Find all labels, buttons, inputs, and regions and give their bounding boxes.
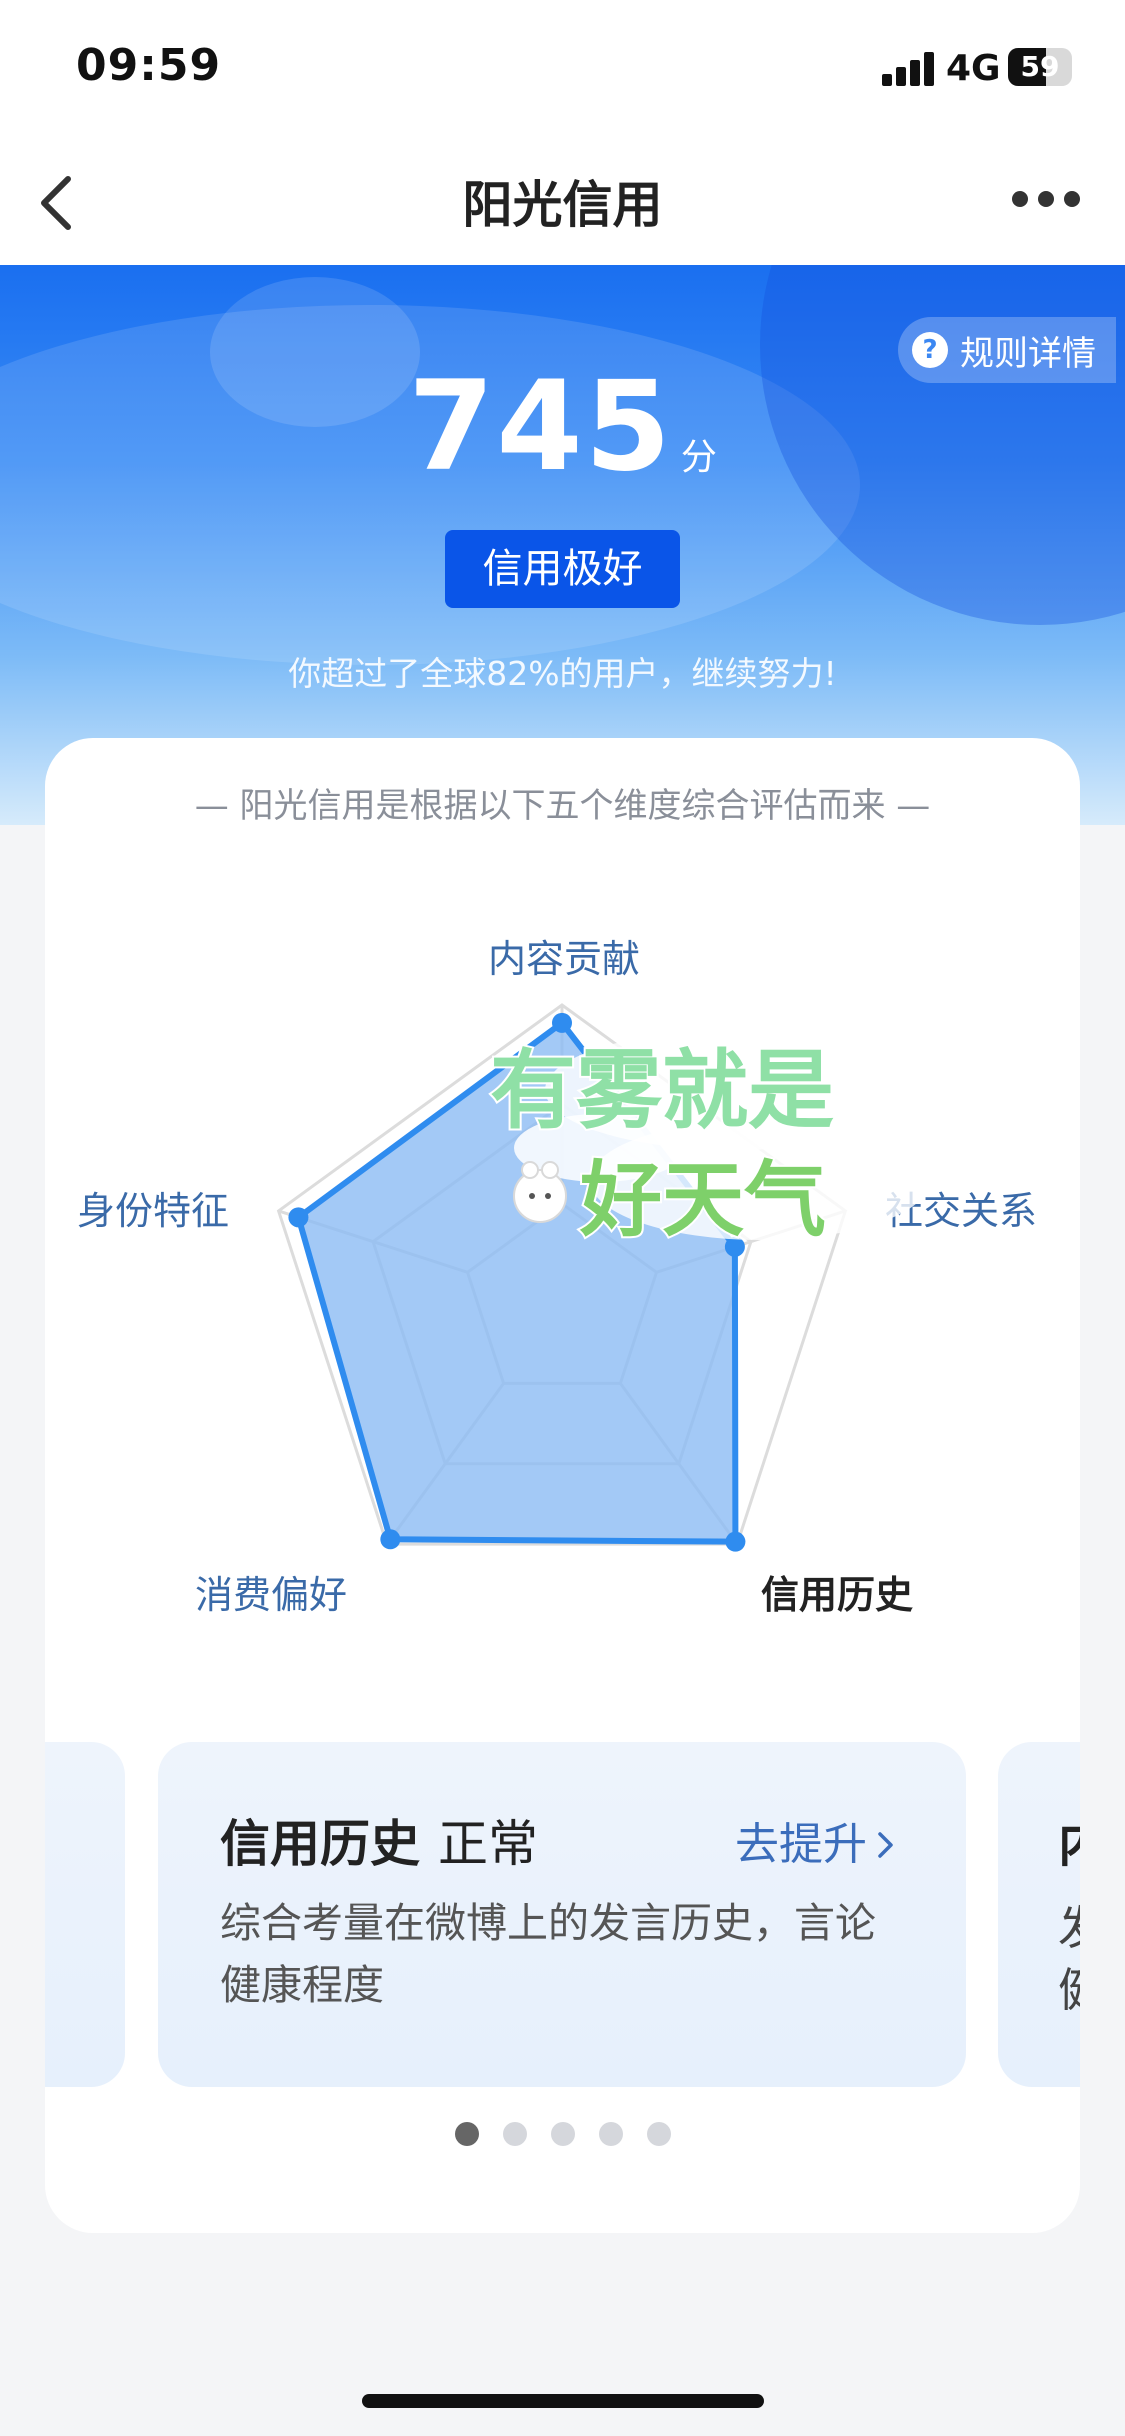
pagination-dot[interactable] — [454, 2122, 479, 2146]
network-type: 4G — [946, 48, 1001, 89]
next-card-title: 内 — [1058, 1804, 1080, 1876]
axis-label-identity[interactable]: 身份特征 — [77, 1180, 229, 1235]
chevron-right-icon — [878, 1832, 893, 1858]
page-title: 阳光信用 — [462, 176, 663, 234]
axis-label-consumption[interactable]: 消费偏好 — [195, 1564, 347, 1619]
battery-level: 59 — [1020, 50, 1060, 83]
pagination-dots — [45, 2122, 1080, 2148]
more-dots-icon[interactable] — [1012, 191, 1082, 211]
next-card-text: 发 — [1058, 1892, 1080, 1958]
next-card-text: 健 — [1058, 1954, 1080, 2020]
dimension-card-next[interactable]: 内 发 健 — [998, 1742, 1080, 2087]
radar-score-area — [295, 1019, 739, 1545]
pagination-dot[interactable] — [646, 2122, 671, 2146]
battery-icon: 59 — [1008, 48, 1072, 86]
dimension-title: 信用历史 — [220, 1815, 420, 1873]
nav-bar: 阳光信用 — [0, 135, 1125, 265]
rank-text: 你超过了全球82%的用户，继续努力! — [288, 654, 837, 693]
dimension-card[interactable]: 信用历史 正常 去提升 综合考量在微博上的发言历史，言论健康程度 — [158, 1742, 966, 2087]
score-display: 745 分 — [0, 355, 1125, 499]
radar-point-1 — [724, 1236, 745, 1257]
radar-point-4 — [288, 1207, 309, 1228]
signal-icon — [882, 52, 934, 86]
improve-label: 去提升 — [735, 1819, 867, 1870]
status-bar: 09:59 4G 59 — [0, 0, 1125, 135]
score-unit: 分 — [680, 437, 717, 478]
credit-score: 745 — [408, 355, 673, 499]
dimension-description: 综合考量在微博上的发言历史，言论健康程度 — [220, 1899, 876, 2009]
pagination-dot[interactable] — [550, 2122, 575, 2146]
axis-label-social[interactable]: 社交关系 — [885, 1180, 1037, 1235]
radar-point-2 — [725, 1531, 746, 1552]
dimension-card-panel: — 阳光信用是根据以下五个维度综合评估而来 — 内容贡献 社交关系 信用历史 消… — [45, 738, 1080, 2233]
dimension-status: 正常 — [438, 1815, 538, 1873]
home-indicator[interactable] — [362, 2394, 764, 2408]
pagination-dot[interactable] — [598, 2122, 623, 2146]
status-time: 09:59 — [76, 40, 222, 91]
radar-point-0 — [552, 1012, 572, 1033]
improve-link[interactable]: 去提升 — [735, 1808, 897, 1872]
axis-label-credit-history[interactable]: 信用历史 — [761, 1564, 913, 1619]
dimension-card-prev[interactable] — [45, 1742, 125, 2087]
credit-level-badge: 信用极好 — [445, 530, 680, 608]
axis-label-content[interactable]: 内容贡献 — [488, 928, 640, 983]
radar-point-3 — [380, 1529, 401, 1550]
pagination-dot[interactable] — [502, 2122, 527, 2146]
